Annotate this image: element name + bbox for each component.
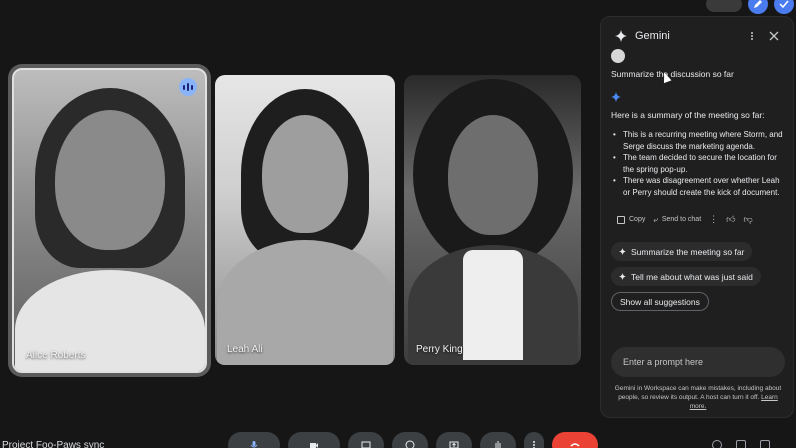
top-right-controls <box>706 0 794 14</box>
speaking-indicator-icon <box>179 78 197 96</box>
avatar <box>611 49 625 63</box>
user-query: Summarize the discussion so far <box>611 69 734 79</box>
close-panel-button[interactable] <box>765 27 783 45</box>
pencil-icon <box>754 0 762 8</box>
reactions-button[interactable] <box>392 432 428 448</box>
disclaimer: Gemini in Workspace can make mistakes, i… <box>613 384 783 411</box>
gemini-response-icon <box>611 92 621 102</box>
captions-button[interactable] <box>348 432 384 448</box>
participant-name: Leah Ali <box>227 344 263 355</box>
right-toolbar <box>712 440 770 448</box>
captions-icon <box>361 441 371 448</box>
suggestion-label: Tell me about what was just said <box>631 271 753 282</box>
person-face <box>54 110 165 250</box>
present-icon <box>449 441 459 448</box>
panel-more-button[interactable] <box>743 27 761 45</box>
emoji-icon <box>405 440 415 448</box>
thumbs-down-icon[interactable]: 👎︎ <box>744 214 753 225</box>
camera-button[interactable] <box>288 432 340 448</box>
present-button[interactable] <box>436 432 472 448</box>
raise-hand-button[interactable] <box>480 432 516 448</box>
camera-icon <box>310 443 318 448</box>
list-item: This is a recurring meeting where Storm,… <box>613 129 785 152</box>
participant-avatars[interactable] <box>706 0 742 12</box>
gemini-spark-icon <box>615 30 627 42</box>
person-face <box>262 115 348 233</box>
list-item: There was disagreement over whether Leah… <box>613 175 785 198</box>
phone-hangup-icon <box>570 443 580 447</box>
thumbs-up-icon[interactable]: 👍︎ <box>726 214 735 225</box>
copy-label: Copy <box>629 216 646 223</box>
spark-icon <box>619 248 626 255</box>
disclaimer-text: Gemini in Workspace can make mistakes, i… <box>614 385 782 401</box>
mic-icon <box>250 441 258 448</box>
edit-button[interactable] <box>748 0 768 14</box>
spark-icon <box>619 273 626 280</box>
suggestion-label: Summarize the meeting so far <box>631 246 745 257</box>
call-controls <box>228 432 598 448</box>
prompt-box <box>611 347 785 377</box>
video-tile-1[interactable]: Alice Roberts <box>12 68 207 373</box>
copy-icon <box>617 215 625 224</box>
leave-call-button[interactable] <box>552 432 598 448</box>
close-icon <box>769 31 779 41</box>
more-vert-icon <box>751 32 753 40</box>
summary-list: This is a recurring meeting where Storm,… <box>613 129 785 198</box>
person-face <box>447 115 538 235</box>
copy-button[interactable]: Copy <box>617 215 646 224</box>
gemini-panel: Gemini Summarize the discussion so far H… <box>600 16 794 418</box>
participant-name: Perry King <box>416 344 463 355</box>
list-item: The team decided to secure the location … <box>613 152 785 175</box>
video-tile-2[interactable]: Leah Ali <box>215 75 395 365</box>
hand-icon <box>495 441 501 448</box>
panel-header: Gemini <box>601 17 793 47</box>
more-vert-icon <box>533 441 535 448</box>
show-all-label: Show all suggestions <box>620 296 700 307</box>
participant-name: Alice Roberts <box>26 350 86 361</box>
send-icon: ⤶ <box>653 214 658 224</box>
send-label: Send to chat <box>661 216 702 223</box>
check-icon <box>779 0 789 9</box>
suggestion-chip[interactable]: Summarize the meeting so far <box>611 242 753 261</box>
suggestion-chip[interactable]: Tell me about what was just said <box>611 267 761 286</box>
people-icon[interactable] <box>760 440 770 448</box>
send-to-chat-button[interactable]: ⤶ Send to chat <box>653 215 701 225</box>
mic-button[interactable] <box>228 432 280 448</box>
info-icon[interactable] <box>712 440 722 448</box>
summary-intro: Here is a summary of the meeting so far: <box>611 110 765 120</box>
chat-icon[interactable] <box>736 440 746 448</box>
response-actions: Copy ⤶ Send to chat ⋮ 👍︎ 👎︎ <box>617 214 753 225</box>
meeting-name: Project Foo-Paws sync <box>2 440 105 448</box>
video-tile-3[interactable]: Perry King <box>404 75 581 365</box>
more-actions-icon[interactable]: ⋮ <box>709 214 718 225</box>
prompt-input[interactable] <box>623 357 785 367</box>
show-all-suggestions-button[interactable]: Show all suggestions <box>611 292 709 311</box>
gemini-button[interactable] <box>774 0 794 14</box>
person-collar <box>462 250 523 360</box>
more-options-button[interactable] <box>524 432 544 448</box>
panel-title: Gemini <box>635 30 670 42</box>
